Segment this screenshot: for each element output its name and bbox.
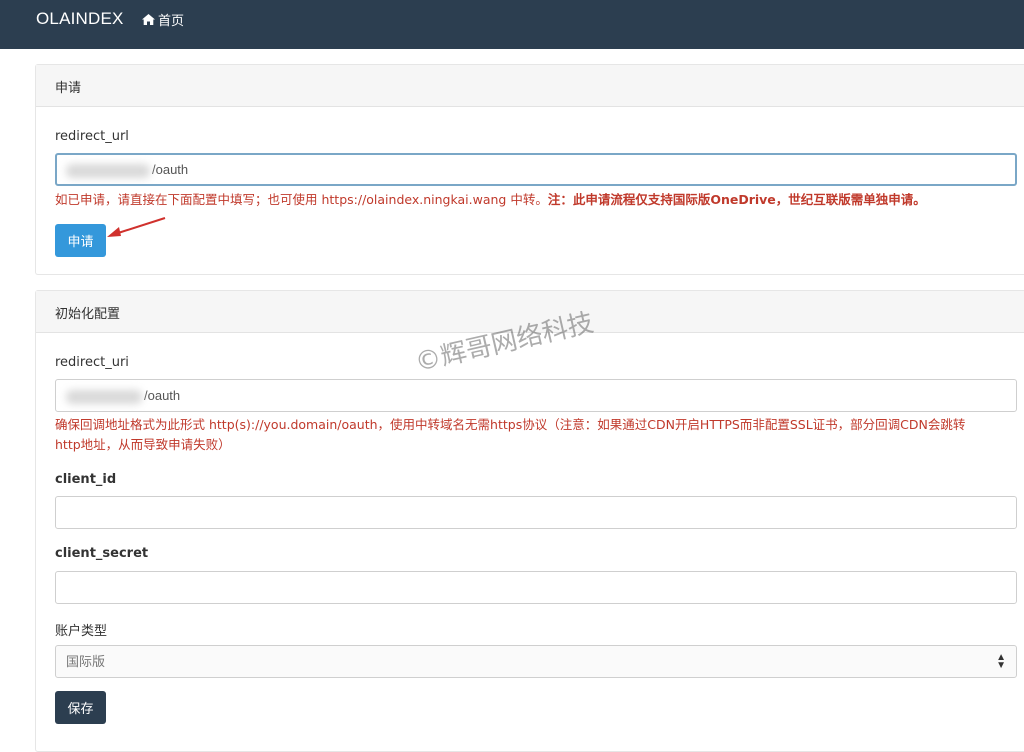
client-secret-label: client_secret <box>55 546 149 561</box>
apply-help-normal: 如已申请，请直接在下面配置中填写；也可使用 https://olaindex.n… <box>55 192 548 207</box>
nav-home-link[interactable]: 首页 <box>142 10 184 29</box>
redirect-url-label: redirect_url <box>55 129 129 144</box>
apply-button[interactable]: 申请 <box>55 224 106 257</box>
redacted-domain <box>66 163 150 178</box>
redirect-uri-help-line1: 确保回调地址格式为此形式 http(s)://you.domain/oauth，… <box>55 417 966 432</box>
redirect-uri-value: /oauth <box>144 388 181 403</box>
account-type-label: 账户类型 <box>55 624 108 639</box>
client-id-label: client_id <box>55 472 117 487</box>
brand-logo[interactable]: OLAINDEX <box>36 9 124 29</box>
apply-panel: 申请 redirect_url /oauth 如已申请，请直接在下面配置中填写；… <box>35 64 1024 275</box>
account-type-select[interactable]: 国际版 ▲ ▼ <box>55 645 1017 678</box>
client-id-input[interactable] <box>55 496 1017 529</box>
config-panel: 初始化配置 redirect_uri /oauth 确保回调地址格式为此形式 h… <box>35 290 1024 752</box>
apply-help-note: 注：此申请流程仅支持国际版OneDrive，世纪互联版需单独申请。 <box>547 192 926 207</box>
account-type-value: 国际版 <box>66 654 106 669</box>
redacted-domain <box>66 389 142 404</box>
redirect-url-input[interactable]: /oauth <box>55 153 1017 186</box>
apply-panel-title: 申请 <box>36 65 1024 107</box>
redirect-uri-help: 确保回调地址格式为此形式 http(s)://you.domain/oauth，… <box>55 415 1024 455</box>
save-button[interactable]: 保存 <box>55 691 106 724</box>
redirect-uri-help-line2: http地址，从而导致申请失败） <box>55 437 231 452</box>
redirect-uri-label: redirect_uri <box>55 355 129 370</box>
redirect-uri-input[interactable]: /oauth <box>55 379 1017 412</box>
nav-home-label: 首页 <box>158 14 185 29</box>
apply-help-text: 如已申请，请直接在下面配置中填写；也可使用 https://olaindex.n… <box>55 190 1024 210</box>
client-secret-input[interactable] <box>55 571 1017 604</box>
top-navbar: OLAINDEX 首页 <box>0 0 1024 49</box>
select-caret-icon: ▲ ▼ <box>996 652 1006 671</box>
home-icon <box>142 14 155 25</box>
red-arrow-annotation <box>107 217 166 237</box>
redirect-url-value: /oauth <box>152 162 189 177</box>
